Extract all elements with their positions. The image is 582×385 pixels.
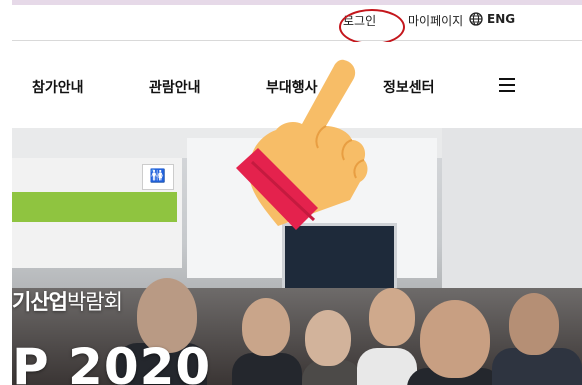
pointing-hand-icon bbox=[236, 59, 368, 230]
hero-title-line2: P 2020 bbox=[12, 338, 212, 385]
login-highlight-circle bbox=[339, 9, 405, 45]
nav-item-participation[interactable]: 참가안내 bbox=[32, 77, 84, 97]
green-booth-stripe bbox=[12, 192, 177, 222]
mypage-link[interactable]: 마이페이지 bbox=[408, 12, 463, 29]
hamburger-menu-icon[interactable] bbox=[499, 78, 515, 92]
globe-icon bbox=[469, 12, 483, 26]
nav-item-visitor-info[interactable]: 관람안내 bbox=[149, 77, 201, 97]
language-link[interactable]: ENG bbox=[469, 12, 515, 26]
hero-title-line1: 기산업박람회 bbox=[12, 290, 123, 314]
restroom-sign: 🚻 bbox=[142, 164, 174, 190]
nav-item-info-center[interactable]: 정보센터 bbox=[383, 77, 435, 97]
language-label: ENG bbox=[487, 12, 516, 26]
